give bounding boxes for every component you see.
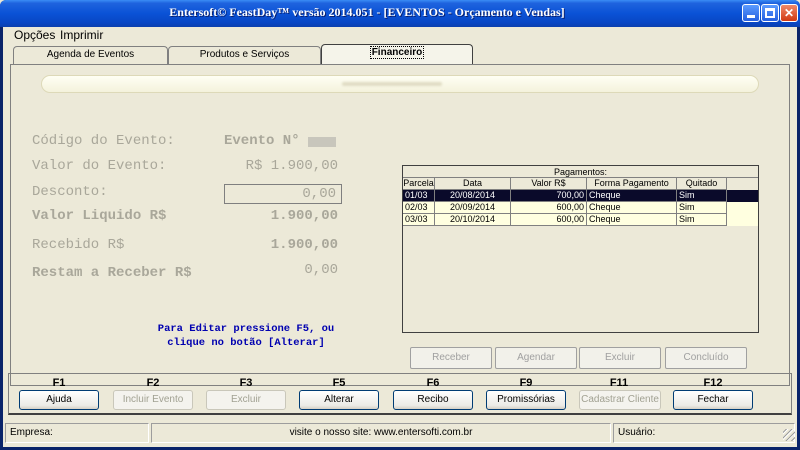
resize-grip-icon[interactable] [783,429,795,441]
cell-forma: Cheque [587,190,677,202]
col-parcela[interactable]: Parcela [403,178,435,190]
status-bar: Empresa: visite o nosso site: www.enters… [3,423,797,443]
tab-financeiro[interactable]: Financeiro [321,44,473,66]
valor-liquido-label: Valor Liquido R$ [32,208,167,224]
cell-valor: 600,00 [511,202,587,214]
fkey-f6: F6 [426,377,440,389]
menu-bar: Opções Imprimir [3,27,797,43]
alterar-button[interactable]: Alterar [299,390,379,410]
restam-value: 0,00 [304,262,338,278]
fkey-f5: F5 [332,377,346,389]
excluir-pagamento-button[interactable]: Excluir [579,347,661,369]
table-row[interactable]: 03/03 20/10/2014 600,00 Cheque Sim [403,214,758,226]
restam-label: Restam a Receber R$ [32,265,192,281]
maximize-button[interactable] [761,4,779,22]
concluido-button[interactable]: Concluído [665,347,747,369]
function-key-bar: F1 Ajuda F2 Incluir Evento F3 Excluir F5… [8,373,792,415]
receber-button[interactable]: Receber [410,347,492,369]
recebido-label: Recebido R$ [32,237,125,253]
tab-agenda-de-eventos[interactable]: Agenda de Eventos [13,46,168,65]
maximize-icon [765,8,775,18]
desconto-label: Desconto: [32,184,108,200]
edit-hint: Para Editar pressione F5, ou clique no b… [141,322,351,350]
cell-valor: 600,00 [511,214,587,226]
cell-data: 20/08/2014 [435,190,511,202]
cell-forma: Cheque [587,202,677,214]
tab-produtos-e-servicos[interactable]: Produtos e Serviços [168,46,321,65]
edit-hint-line2: clique no botão [Alterar] [167,337,325,349]
cell-quitado: Sim [677,214,727,226]
menu-imprimir[interactable]: Imprimir [60,28,103,42]
cell-quitado: Sim [677,202,727,214]
valor-evento-label: Valor do Evento: [32,158,167,174]
grid-header: Parcela Data Valor R$ Forma Pagamento Qu… [403,178,758,190]
close-button[interactable]: ✕ [780,4,798,22]
pagamentos-grid: Pagamentos: Parcela Data Valor R$ Forma … [402,165,759,333]
window-title: Entersoft© FeastDay™ versão 2014.051 - [… [169,5,565,19]
recebido-value: 1.900,00 [270,237,338,253]
codigo-label: Código do Evento: [32,133,175,149]
col-valor[interactable]: Valor R$ [511,178,587,190]
cell-forma: Cheque [587,214,677,226]
fkey-f12: F12 [703,377,723,389]
col-quitado[interactable]: Quitado [677,178,727,190]
cell-parcela: 02/03 [403,202,435,214]
cell-data: 20/10/2014 [435,214,511,226]
minimize-button[interactable] [742,4,760,22]
fkey-f3: F3 [239,377,253,389]
fechar-button[interactable]: Fechar [673,390,753,410]
pagamentos-title: Pagamentos: [403,166,758,178]
fkey-f2: F2 [146,377,160,389]
cell-valor: 700,00 [511,190,587,202]
tab-financeiro-label: Financeiro [369,46,425,59]
banner-redacted [342,82,442,86]
col-data[interactable]: Data [435,178,511,190]
table-row[interactable]: 02/03 20/09/2014 600,00 Cheque Sim [403,202,758,214]
cell-parcela: 01/03 [403,190,435,202]
agendar-button[interactable]: Agendar [495,347,577,369]
ajuda-button[interactable]: Ajuda [19,390,99,410]
event-banner [41,75,759,93]
event-number-redacted [308,137,336,147]
minimize-icon [747,15,755,18]
codigo-value: Evento N° [224,133,300,149]
status-usuario: Usuário: [613,423,795,443]
recibo-button[interactable]: Recibo [393,390,473,410]
edit-hint-line1: Para Editar pressione F5, ou [157,323,335,335]
valor-liquido-value: 1.900,00 [270,208,338,224]
title-bar[interactable]: Entersoft© FeastDay™ versão 2014.051 - [… [0,0,800,27]
financeiro-panel: Código do Evento: Evento N° Valor do Eve… [10,64,790,386]
table-row[interactable]: 01/03 20/08/2014 700,00 Cheque Sim [403,190,758,202]
status-empresa: Empresa: [5,423,149,443]
menu-opcoes[interactable]: Opções [14,28,55,42]
col-forma-pagamento[interactable]: Forma Pagamento [587,178,677,190]
app-window: Entersoft© FeastDay™ versão 2014.051 - [… [0,0,800,450]
cell-data: 20/09/2014 [435,202,511,214]
client-area: Opções Imprimir Agenda de Eventos Produt… [3,27,797,447]
fkey-f1: F1 [52,377,66,389]
excluir-button[interactable]: Excluir [206,390,286,410]
cell-quitado: Sim [677,190,727,202]
cell-parcela: 03/03 [403,214,435,226]
tab-strip: Agenda de Eventos Produtos e Serviços Fi… [3,43,797,66]
desconto-field[interactable]: 0,00 [224,184,342,204]
promissorias-button[interactable]: Promissórias [486,390,566,410]
fkey-f9: F9 [519,377,533,389]
incluir-evento-button[interactable]: Incluir Evento [113,390,193,410]
cadastrar-cliente-button[interactable]: Cadastrar Cliente [579,390,661,410]
status-site: visite o nosso site: www.entersofti.com.… [151,423,611,443]
fkey-f11: F11 [609,377,629,389]
valor-evento-value: R$ 1.900,00 [245,158,338,174]
